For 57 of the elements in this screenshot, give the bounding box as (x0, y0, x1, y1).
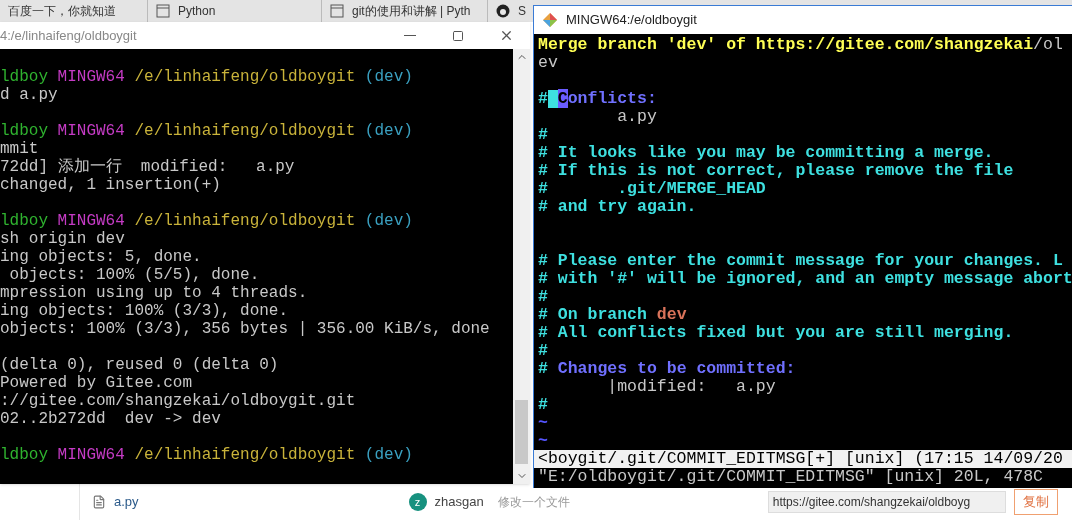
terminal-line: 72dd] 添加一行 modified: a.py (0, 158, 295, 176)
terminal-line: ldboy MINGW64 /e/linhaifeng/oldboygit (dev) (0, 446, 413, 464)
terminal-line: 02..2b272dd dev -> dev (0, 410, 221, 428)
terminal-line: ~ (538, 432, 548, 450)
terminal-line: ~ (538, 414, 548, 432)
window-title: MINGW64:/e/oldboygit (566, 11, 697, 30)
highlighted-character: C (557, 89, 568, 108)
avatar: z (408, 493, 427, 511)
terminal-line: # On branch dev (538, 306, 687, 324)
scrollbar-thumb[interactable] (515, 400, 528, 464)
terminal-line: # .git/MERGE_HEAD (538, 180, 766, 198)
terminal-line: # If this is not correct, please remove the file (538, 162, 1014, 180)
text-cursor (547, 90, 558, 108)
terminal-line: # (538, 396, 548, 414)
terminal-line: objects: 100% (5/5), done. (8, 266, 260, 284)
browser-tab[interactable]: S (488, 0, 534, 22)
terminal-line: sh origin dev (0, 230, 125, 248)
terminal-line: # and try again. (538, 198, 697, 216)
terminal-line: # (538, 126, 548, 144)
terminal-line: changed, 1 insertion(+) (0, 176, 221, 194)
minimize-icon (404, 35, 416, 36)
file-link[interactable]: a.py (92, 492, 139, 512)
terminal-line: ing objects: 100% (3/3), done. (0, 302, 289, 320)
terminal-line: ev (538, 54, 558, 72)
file-icon (92, 495, 106, 509)
url-field[interactable]: https://gitee.com/shangzekai/oldboyg (767, 491, 1006, 513)
author-name: zhasgan (434, 493, 484, 512)
terminal-line: mmit (0, 140, 39, 158)
commit-message: 修改一个文件 (497, 494, 570, 511)
terminal-line: ://gitee.com/shangzekai/oldboygit.git (0, 392, 356, 410)
terminal-line: ldboy MINGW64 /e/linhaifeng/oldboygit (dev) (0, 122, 413, 140)
terminal-line: ldboy MINGW64 /e/linhaifeng/oldboygit (dev) (0, 212, 413, 230)
page-icon (156, 4, 170, 18)
terminal-line: # All conflicts fixed but you are still merging. (538, 324, 1014, 342)
terminal-line: d a.py (0, 86, 58, 104)
terminal-line: # Please enter the commit message for your changes. L (538, 252, 1063, 270)
terminal-line: ing objects: 5, done. (0, 248, 202, 266)
terminal-line: a.py (616, 108, 657, 126)
diamond-icon (542, 12, 558, 28)
vim-message-line: "E:/oldboygit/.git/COMMIT_EDITMSG" [unix] 20L, 478C (538, 468, 1043, 486)
terminal-line: # Changes to be committed: (538, 360, 796, 378)
maximize-icon (452, 29, 464, 42)
terminal-line: Merge branch 'dev' of https://gitee.com/shangzekai/ol (538, 36, 1063, 54)
terminal-line: mpression using up to 4 threads. (0, 284, 308, 302)
terminal-line: # (538, 288, 548, 306)
terminal-line: # (538, 342, 548, 360)
terminal-line: objects: 100% (3/3), 356 bytes | 356.00 KiB/s, done (0, 320, 490, 338)
page-icon (330, 4, 344, 18)
scrollbar[interactable] (513, 49, 530, 484)
window-title: 4:/e/linhaifeng/oldboygit (0, 26, 137, 45)
terminal-line: Powered by Gitee.com (0, 374, 193, 392)
terminal-line: # Conflicts: (538, 90, 657, 108)
terminal-line: # It looks like you may be committing a merge. (538, 144, 994, 162)
terminal-line: |modified: a.py (606, 378, 776, 396)
terminal-line: (delta 0), reused 0 (delta 0) (0, 356, 279, 374)
terminal-line: ldboy MINGW64 /e/linhaifeng/oldboygit (dev) (0, 68, 413, 86)
terminal-line: # with '#' will be ignored, and an empty message abort (538, 270, 1072, 288)
